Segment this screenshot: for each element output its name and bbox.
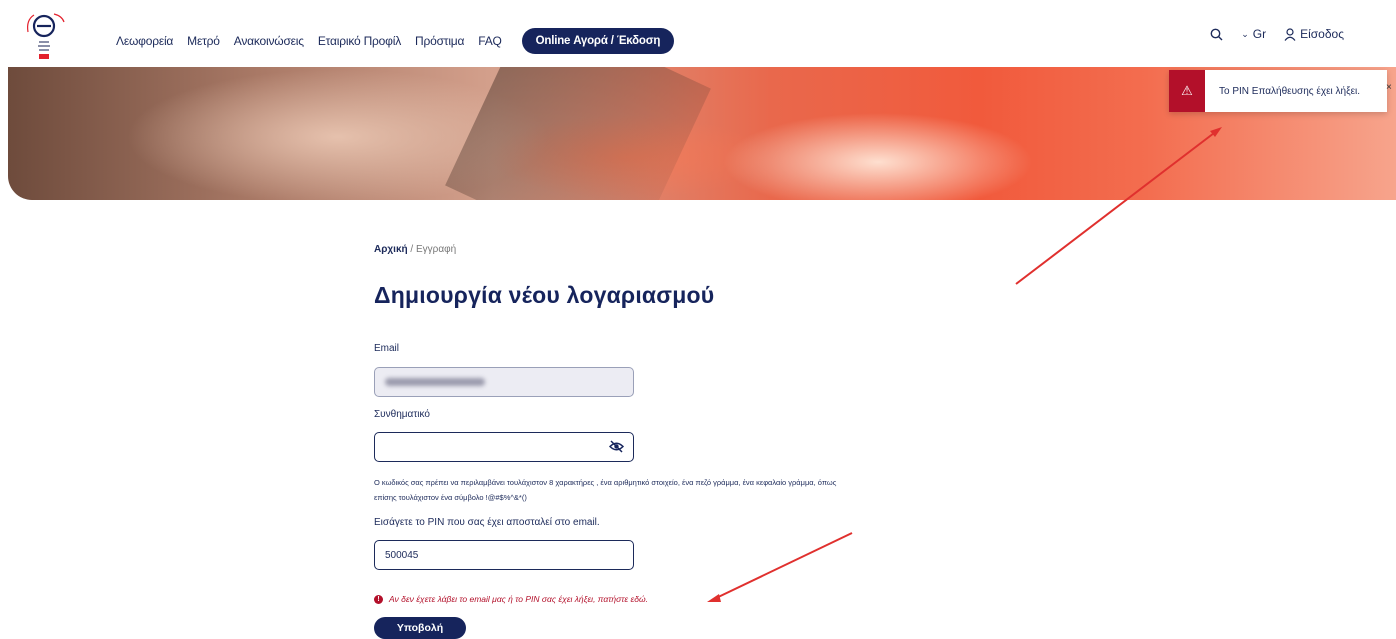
annotation-arrows xyxy=(707,127,1222,602)
